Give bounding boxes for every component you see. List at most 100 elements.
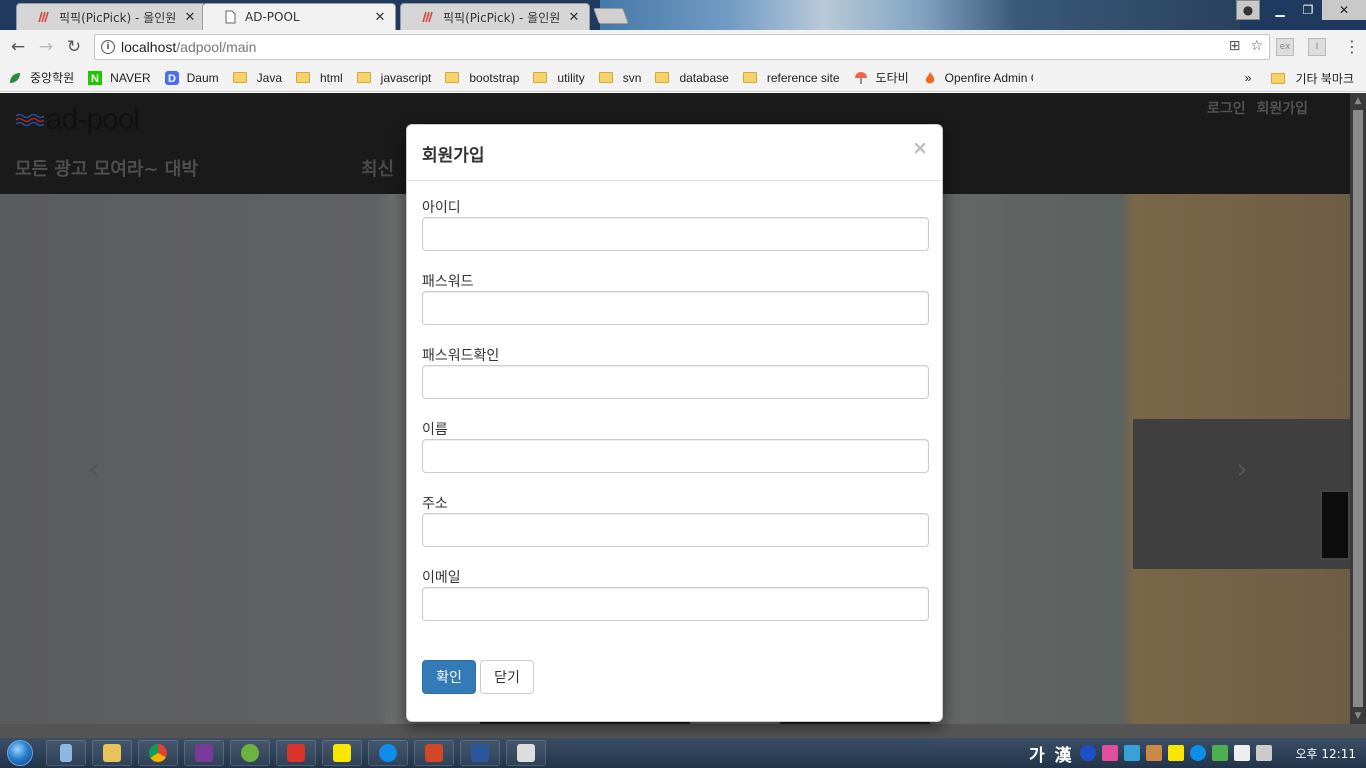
back-button[interactable]: ← [4, 33, 32, 61]
profile-icon[interactable]: ● [1236, 0, 1260, 20]
tab-title: 픽픽(PicPick) - 올인원 그 [443, 10, 563, 25]
scrollbar-thumb[interactable] [1353, 110, 1363, 707]
start-button[interactable] [0, 738, 40, 768]
bookmark-folder[interactable]: reference site [742, 71, 840, 85]
reload-button[interactable]: ↻ [60, 33, 88, 61]
bookmark-folder[interactable]: html [296, 71, 343, 85]
teamviewer-icon[interactable] [1189, 745, 1206, 761]
ime-indicator[interactable]: 가 漢 [1029, 741, 1074, 766]
field-label: 주소 [422, 496, 448, 512]
restore-button[interactable]: ❐ [1294, 0, 1322, 20]
close-window-button[interactable]: ✕ [1322, 0, 1366, 20]
flag-icon[interactable] [1233, 745, 1250, 761]
carousel-next-chevron-icon[interactable]: › [1236, 452, 1248, 487]
leaf-icon [241, 744, 259, 762]
taskbar-kakaotalk-app[interactable] [322, 740, 362, 766]
close-button[interactable]: 닫기 [480, 660, 534, 694]
extension-icon[interactable]: ex [1276, 38, 1294, 56]
bookmark-item[interactable]: Openfire Admin Co [923, 71, 1033, 85]
windows-taskbar: 가 漢 오후 12:11 [0, 738, 1366, 768]
folder-icon [356, 72, 371, 83]
id-input[interactable] [422, 217, 929, 251]
picpick-icon[interactable] [1145, 745, 1162, 761]
clock[interactable]: 오후 12:11 [1296, 745, 1356, 762]
field-name: 이름 [422, 419, 929, 473]
horizontal-scroll-area [0, 724, 1366, 738]
taskbar-word-app[interactable] [460, 740, 500, 766]
help-icon[interactable] [1079, 745, 1096, 761]
daum-icon: D [164, 70, 179, 85]
shield-icon[interactable] [1123, 745, 1140, 761]
tab-close-icon[interactable]: ✕ [373, 10, 387, 25]
bookmark-folder[interactable]: database [655, 71, 729, 85]
close-icon[interactable]: × [912, 137, 928, 159]
browser-tab-strip: 픽픽(PicPick) - 올인원 그 ✕ AD-POOL ✕ 픽픽(PicPi… [0, 0, 1366, 30]
vertical-scrollbar[interactable]: ▲ ▼ [1350, 93, 1366, 724]
menu-dots-icon[interactable]: ⋮ [1344, 38, 1360, 56]
password-confirm-input[interactable] [422, 365, 929, 399]
folder-icon [655, 72, 670, 83]
window-controls: ● ▁ ❐ ✕ [1236, 0, 1366, 20]
chat-icon[interactable] [1167, 745, 1184, 761]
scroll-up-arrow-icon[interactable]: ▲ [1350, 93, 1366, 109]
site-logo[interactable]: ad-pool [16, 103, 140, 137]
tab-title: AD-POOL [245, 10, 300, 24]
bookmark-item[interactable]: N NAVER [88, 70, 151, 85]
carousel-prev-chevron-icon[interactable]: ‹ [88, 452, 100, 487]
taskbar-xmind-app[interactable] [276, 740, 316, 766]
confirm-button[interactable]: 확인 [422, 660, 476, 694]
taskbar-calculator-app[interactable] [506, 740, 546, 766]
password-input[interactable] [422, 291, 929, 325]
site-tagline: 모든 광고 모여라~ 대박 [15, 159, 198, 180]
bookmark-folder[interactable]: utility [533, 71, 585, 85]
signup-link[interactable]: 회원가입 [1256, 101, 1308, 117]
taskbar-onenote-app[interactable] [184, 740, 224, 766]
svg-text:N: N [91, 73, 99, 85]
tab-picpick-2[interactable]: 픽픽(PicPick) - 올인원 그 ✕ [400, 3, 590, 30]
taskbar-explorer-app[interactable] [92, 740, 132, 766]
bookmark-folder[interactable]: javascript [356, 71, 431, 85]
name-input[interactable] [422, 439, 929, 473]
login-link[interactable]: 로그인 [1207, 101, 1246, 117]
field-label: 아이디 [422, 200, 461, 216]
tab-close-icon[interactable]: ✕ [567, 10, 581, 25]
carousel-image-detail [1133, 419, 1350, 569]
powerpoint-icon [425, 744, 443, 762]
scroll-down-arrow-icon[interactable]: ▼ [1350, 708, 1366, 724]
modal-title: 회원가입 [422, 146, 485, 166]
extension-icon[interactable]: I [1308, 38, 1326, 56]
bookmark-item[interactable]: 중앙학원 [8, 69, 74, 86]
taskbar-teamviewer-app[interactable] [368, 740, 408, 766]
taskbar-spring-app[interactable] [230, 740, 270, 766]
taskbar-powerpoint-app[interactable] [414, 740, 454, 766]
bookmark-folder[interactable]: Java [232, 71, 282, 85]
address-bar[interactable]: i localhost/adpool/main ⊞ ☆ [94, 34, 1270, 60]
bookmark-item[interactable]: D Daum [164, 70, 219, 85]
bookmark-folder[interactable]: bootstrap [445, 71, 519, 85]
leaf-icon [10, 72, 20, 83]
new-tab-button[interactable] [593, 8, 629, 24]
more-bookmarks-button[interactable]: » [1245, 71, 1252, 85]
notes-icon [60, 744, 72, 762]
forward-button[interactable]: → [32, 33, 60, 61]
bookmark-star-icon[interactable]: ☆ [1250, 38, 1263, 54]
nav-latest-link[interactable]: 최신 [361, 155, 394, 181]
taskbar-chrome-app[interactable] [138, 740, 178, 766]
tab-picpick-1[interactable]: 픽픽(PicPick) - 올인원 그 ✕ [16, 3, 206, 30]
signal-icon[interactable] [1211, 745, 1228, 761]
email-input[interactable] [422, 587, 929, 621]
modal-header: 회원가입 × [407, 125, 942, 181]
address-input[interactable] [422, 513, 929, 547]
volume-muted-icon[interactable] [1255, 745, 1272, 761]
info-icon[interactable]: i [101, 40, 115, 54]
tray-app-icon[interactable] [1101, 745, 1118, 761]
translate-icon[interactable]: ⊞ [1229, 38, 1241, 54]
tab-close-icon[interactable]: ✕ [183, 10, 197, 25]
tab-ad-pool[interactable]: AD-POOL ✕ [202, 3, 396, 30]
minimize-button[interactable]: ▁ [1266, 0, 1294, 20]
wave-logo-icon [16, 113, 44, 127]
taskbar-notes-app[interactable] [46, 740, 86, 766]
other-bookmarks[interactable]: 기타 북마크 [1295, 70, 1354, 87]
bookmark-item[interactable]: 도타비 [854, 69, 909, 86]
bookmark-folder[interactable]: svn [598, 71, 641, 85]
